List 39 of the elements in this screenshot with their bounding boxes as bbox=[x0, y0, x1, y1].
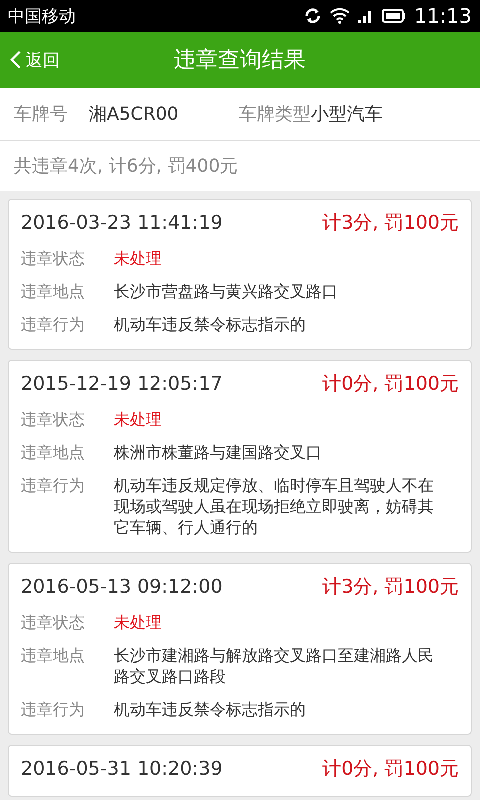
field-label: 违章地点 bbox=[21, 645, 86, 667]
clock-time: 11:13 bbox=[414, 4, 472, 28]
plate-number: 湘A5CR00 bbox=[89, 103, 180, 126]
vehicle-type-label: 车牌类型 bbox=[239, 103, 311, 126]
status-value: 未处理 bbox=[114, 248, 163, 269]
status-value: 未处理 bbox=[114, 612, 163, 633]
penalty-text: 计0分, 罚100元 bbox=[322, 757, 459, 782]
status-value: 未处理 bbox=[114, 409, 163, 430]
field-label: 违章行为 bbox=[21, 475, 86, 497]
field-label: 违章状态 bbox=[21, 409, 86, 430]
field-label: 违章状态 bbox=[21, 612, 86, 633]
location-value: 长沙市营盘路与黄兴路交叉路口 bbox=[114, 281, 339, 302]
violation-datetime: 2015-12-19 12:05:17 bbox=[21, 373, 223, 395]
violation-summary: 共违章4次, 计6分, 罚400元 bbox=[0, 141, 480, 191]
field-label: 违章行为 bbox=[21, 314, 86, 335]
location-value: 株洲市株董路与建国路交叉口 bbox=[114, 442, 323, 463]
page-title: 违章查询结果 bbox=[174, 47, 306, 75]
wifi-icon bbox=[330, 8, 350, 24]
back-button[interactable]: 返回 bbox=[0, 48, 70, 72]
field-label: 违章状态 bbox=[21, 248, 86, 269]
violation-datetime: 2016-05-13 09:12:00 bbox=[21, 576, 223, 598]
chevron-left-icon bbox=[10, 50, 22, 70]
field-label: 违章行为 bbox=[21, 699, 86, 720]
carrier-name: 中国移动 bbox=[8, 6, 76, 28]
vehicle-type: 小型汽车 bbox=[311, 103, 383, 126]
battery-icon bbox=[382, 9, 406, 23]
field-label: 违章地点 bbox=[21, 281, 86, 302]
sync-icon bbox=[304, 8, 322, 24]
field-label: 违章地点 bbox=[21, 442, 86, 463]
behavior-value: 机动车违反禁令标志指示的 bbox=[114, 699, 307, 720]
penalty-text: 计3分, 罚100元 bbox=[322, 211, 459, 236]
penalty-text: 计0分, 罚100元 bbox=[322, 372, 459, 397]
location-value: 长沙市建湘路与解放路交叉路口至建湘路人民路交叉路口路段 bbox=[114, 645, 435, 687]
penalty-text: 计3分, 罚100元 bbox=[322, 575, 459, 600]
plate-label: 车牌号 bbox=[14, 103, 69, 126]
behavior-value: 机动车违反规定停放、临时停车且驾驶人不在现场或驾驶人虽在现场拒绝立即驶离，妨碍其它车辆、行人通行的 bbox=[114, 475, 435, 538]
violation-datetime: 2016-05-31 10:20:39 bbox=[21, 758, 223, 780]
behavior-value: 机动车违反禁令标志指示的 bbox=[114, 314, 307, 335]
violation-datetime: 2016-03-23 11:41:19 bbox=[21, 212, 223, 234]
